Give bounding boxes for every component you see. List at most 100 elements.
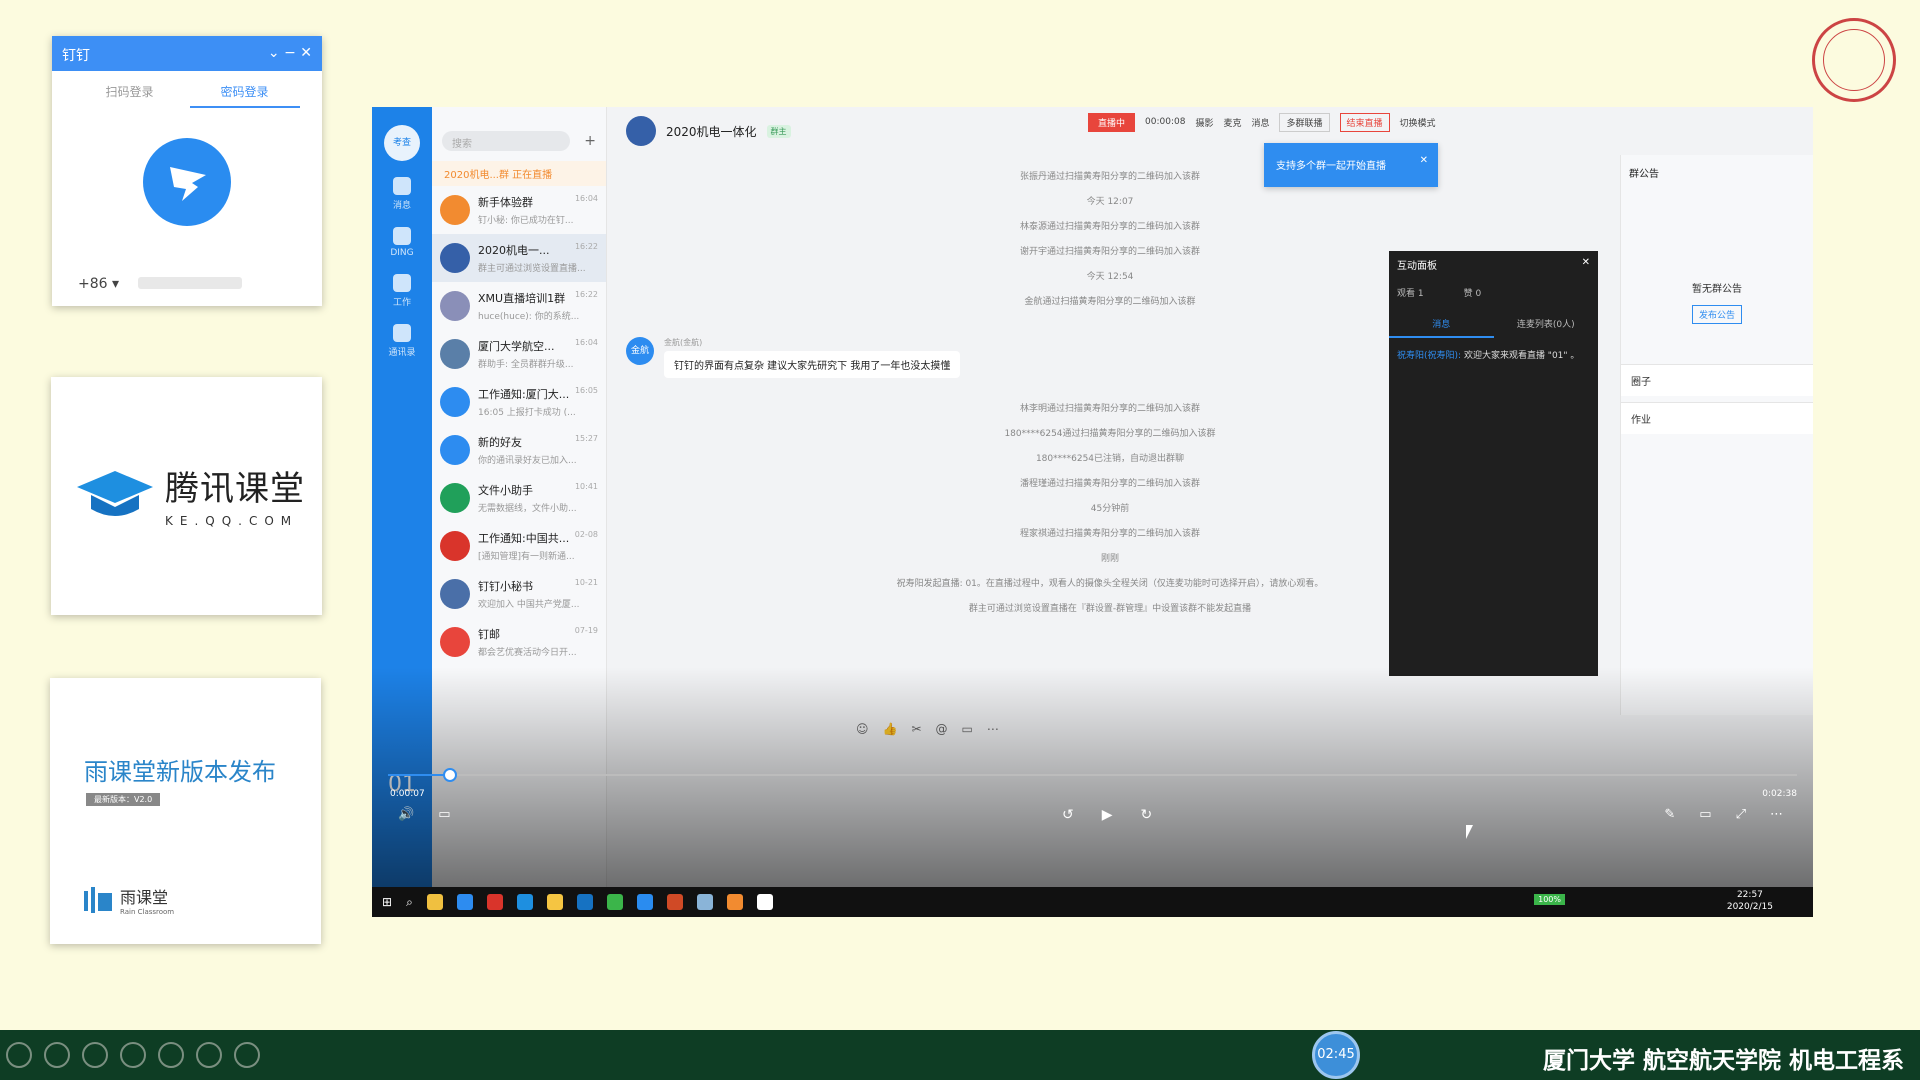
slides-icon[interactable] [120,1042,146,1068]
conversation-time: 16:22 [574,242,598,251]
subtitle-icon[interactable]: ▭ [438,807,450,822]
prev-slide-icon[interactable] [6,1042,32,1068]
close-icon[interactable]: ✕ [1582,257,1590,272]
system-message: 今天 12:07 [1086,197,1134,207]
tab-mic-list[interactable]: 连麦列表(0人) [1494,311,1599,338]
store-icon[interactable] [426,894,443,910]
windows-start-icon[interactable]: ⊞ [382,895,392,909]
pdf-icon[interactable] [486,894,503,910]
volume-icon[interactable]: 🔊 [398,807,414,822]
powerpoint-icon[interactable] [666,894,683,910]
taskbar-clock[interactable]: 22:57 2020/2/15 [1727,889,1773,913]
homework-item[interactable]: 作业 [1621,402,1813,434]
rail-item-ding[interactable]: DING [372,227,432,258]
rain-logo-icon [84,887,112,913]
battery-indicator[interactable]: 100% [1534,894,1565,905]
chat-icon [393,177,411,195]
window-controls[interactable]: ⌄ − ✕ [268,45,312,62]
switch-mode-button[interactable]: 切换模式 [1400,116,1436,129]
search-icon[interactable]: ⌕ [406,895,413,910]
end-live-button[interactable]: 结束直播 [1339,112,1390,132]
more-options-icon[interactable] [234,1042,260,1068]
search-app-icon[interactable] [726,894,743,910]
conversation-time: 16:05 [574,386,598,395]
outlook-icon[interactable] [576,894,593,910]
play-icon[interactable]: ▶ [1102,807,1113,823]
camera-button[interactable]: 摄影 [1195,116,1213,129]
sender-avatar[interactable]: 金航 [626,337,654,365]
clock-app-icon[interactable] [456,894,473,910]
tab-password-login[interactable]: 密码登录 [189,83,300,108]
conversation-item[interactable]: XMU直播培训1群 16:22 huce(huce): 你的系统... [432,282,606,330]
subtitle-tool-icon[interactable] [196,1042,222,1068]
app-icon[interactable] [696,894,713,910]
conversation-preview: 群助手: 全员群群升级... [478,360,574,370]
live-duration: 00:00:08 [1145,117,1186,127]
conversation-item[interactable]: 钉邮 07-19 都会艺优赛活动今日开... [432,618,606,666]
dingtalk-login-thumbnail[interactable]: 钉钉 ⌄ − ✕ 扫码登录 密码登录 +86 ▾ [52,36,322,306]
tab-messages[interactable]: 消息 [1389,311,1494,338]
multi-group-button[interactable]: 多群联播 [1279,112,1330,132]
publish-announcement-button[interactable]: 发布公告 [1691,305,1742,324]
pen-tool-icon[interactable] [82,1042,108,1068]
next-slide-icon[interactable] [44,1042,70,1068]
conversation-preview: 钉小秘: 你已成功在钉... [478,216,574,226]
conversation-time: 02-08 [574,530,598,539]
progress-handle[interactable] [442,768,457,782]
search-input[interactable]: 搜索 [442,131,570,151]
conversation-item[interactable]: 新手体验群 16:04 钉小秘: 你已成功在钉... [432,186,606,234]
conversation-item[interactable]: 2020机电一... 16:22 群主可通过浏览设置直播... [432,234,606,282]
conversation-name: 工作通知:中国共... [478,532,570,545]
rail-item-messages[interactable]: 消息 [372,177,432,211]
conversation-item[interactable]: 厦门大学航空... 16:04 群助手: 全员群群升级... [432,330,606,378]
country-code[interactable]: +86 ▾ [78,276,119,292]
windows-taskbar: ⊞ ⌕ 100% 22:57 2020/2/15 [372,887,1813,917]
conversation-avatar [440,339,470,369]
explorer-icon[interactable] [546,894,563,910]
conversation-item[interactable]: 工作通知:厦门大... 16:05 16:05 上报打卡成功 (... [432,378,606,426]
mic-button[interactable]: 麦克 [1223,116,1241,129]
system-message: 林泰源通过扫描黄寿阳分享的二维码加入该群 [1019,222,1200,232]
rail-item-work[interactable]: 工作 [372,274,432,308]
more-icon[interactable]: ⋯ [1770,807,1783,822]
conversation-item[interactable]: 文件小助手 10:41 无需数据线，文件小助... [432,474,606,522]
conversation-name: 新的好友 [478,436,522,449]
video-app-icon[interactable] [756,894,773,910]
add-icon[interactable]: + [584,133,596,149]
conversation-preview: 欢迎加入 中国共产党厦... [478,600,580,610]
tencent-classroom-thumbnail[interactable]: 腾讯课堂 KE.QQ.COM [51,377,322,615]
conversation-time: 16:22 [574,290,598,299]
message-button[interactable]: 消息 [1251,116,1269,129]
rewind-icon[interactable]: ↺ [1062,807,1074,823]
conversation-avatar [440,195,470,225]
video-player-controls: 0:00:07 0:02:38 🔊 ▭ ↺ ▶ ↻ ✎ ▭ ⤢ ⋯ [372,767,1813,887]
user-avatar[interactable]: 考查 [384,125,420,161]
contacts-icon [393,324,411,342]
rain-version: 最新版本：V2.0 [86,793,161,806]
forward-icon[interactable]: ↻ [1141,807,1153,823]
conversation-item[interactable]: 新的好友 15:27 你的通讯录好友已加入... [432,426,606,474]
ding-icon [393,227,411,245]
grid-icon [393,274,411,292]
conversation-item[interactable]: 工作通知:中国共... 02-08 [通知管理]有一则新通... [432,522,606,570]
pip-icon[interactable]: ▭ [1699,807,1711,822]
group-avatar[interactable] [626,116,656,146]
conversation-time: 16:04 [574,194,598,203]
zoom-icon[interactable] [158,1042,184,1068]
phone-input[interactable] [138,277,242,289]
pen-icon[interactable]: ✎ [1664,807,1675,822]
conversation-item[interactable]: 钉钉小秘书 10-21 欢迎加入 中国共产党厦... [432,570,606,618]
dingtalk-window: 考查 消息 DING 工作 通讯录 01 搜索 + 2020机电...群 正在直… [372,107,1813,917]
live-banner[interactable]: 2020机电...群 正在直播 [432,161,606,186]
wechat-icon[interactable] [606,894,623,910]
tab-qr-login[interactable]: 扫码登录 [75,83,185,108]
conversation-avatar [440,579,470,609]
progress-track[interactable] [388,774,1797,776]
rail-item-contacts[interactable]: 通讯录 [372,324,432,358]
conversation-name: 新手体验群 [478,196,533,209]
rain-classroom-thumbnail[interactable]: 雨课堂新版本发布 最新版本：V2.0 雨课堂 Rain Classroom [50,678,321,944]
edge-icon[interactable] [516,894,533,910]
dingtalk-icon[interactable] [636,894,653,910]
circle-item[interactable]: 圈子 [1621,364,1813,396]
fullscreen-icon[interactable]: ⤢ [1736,807,1746,822]
